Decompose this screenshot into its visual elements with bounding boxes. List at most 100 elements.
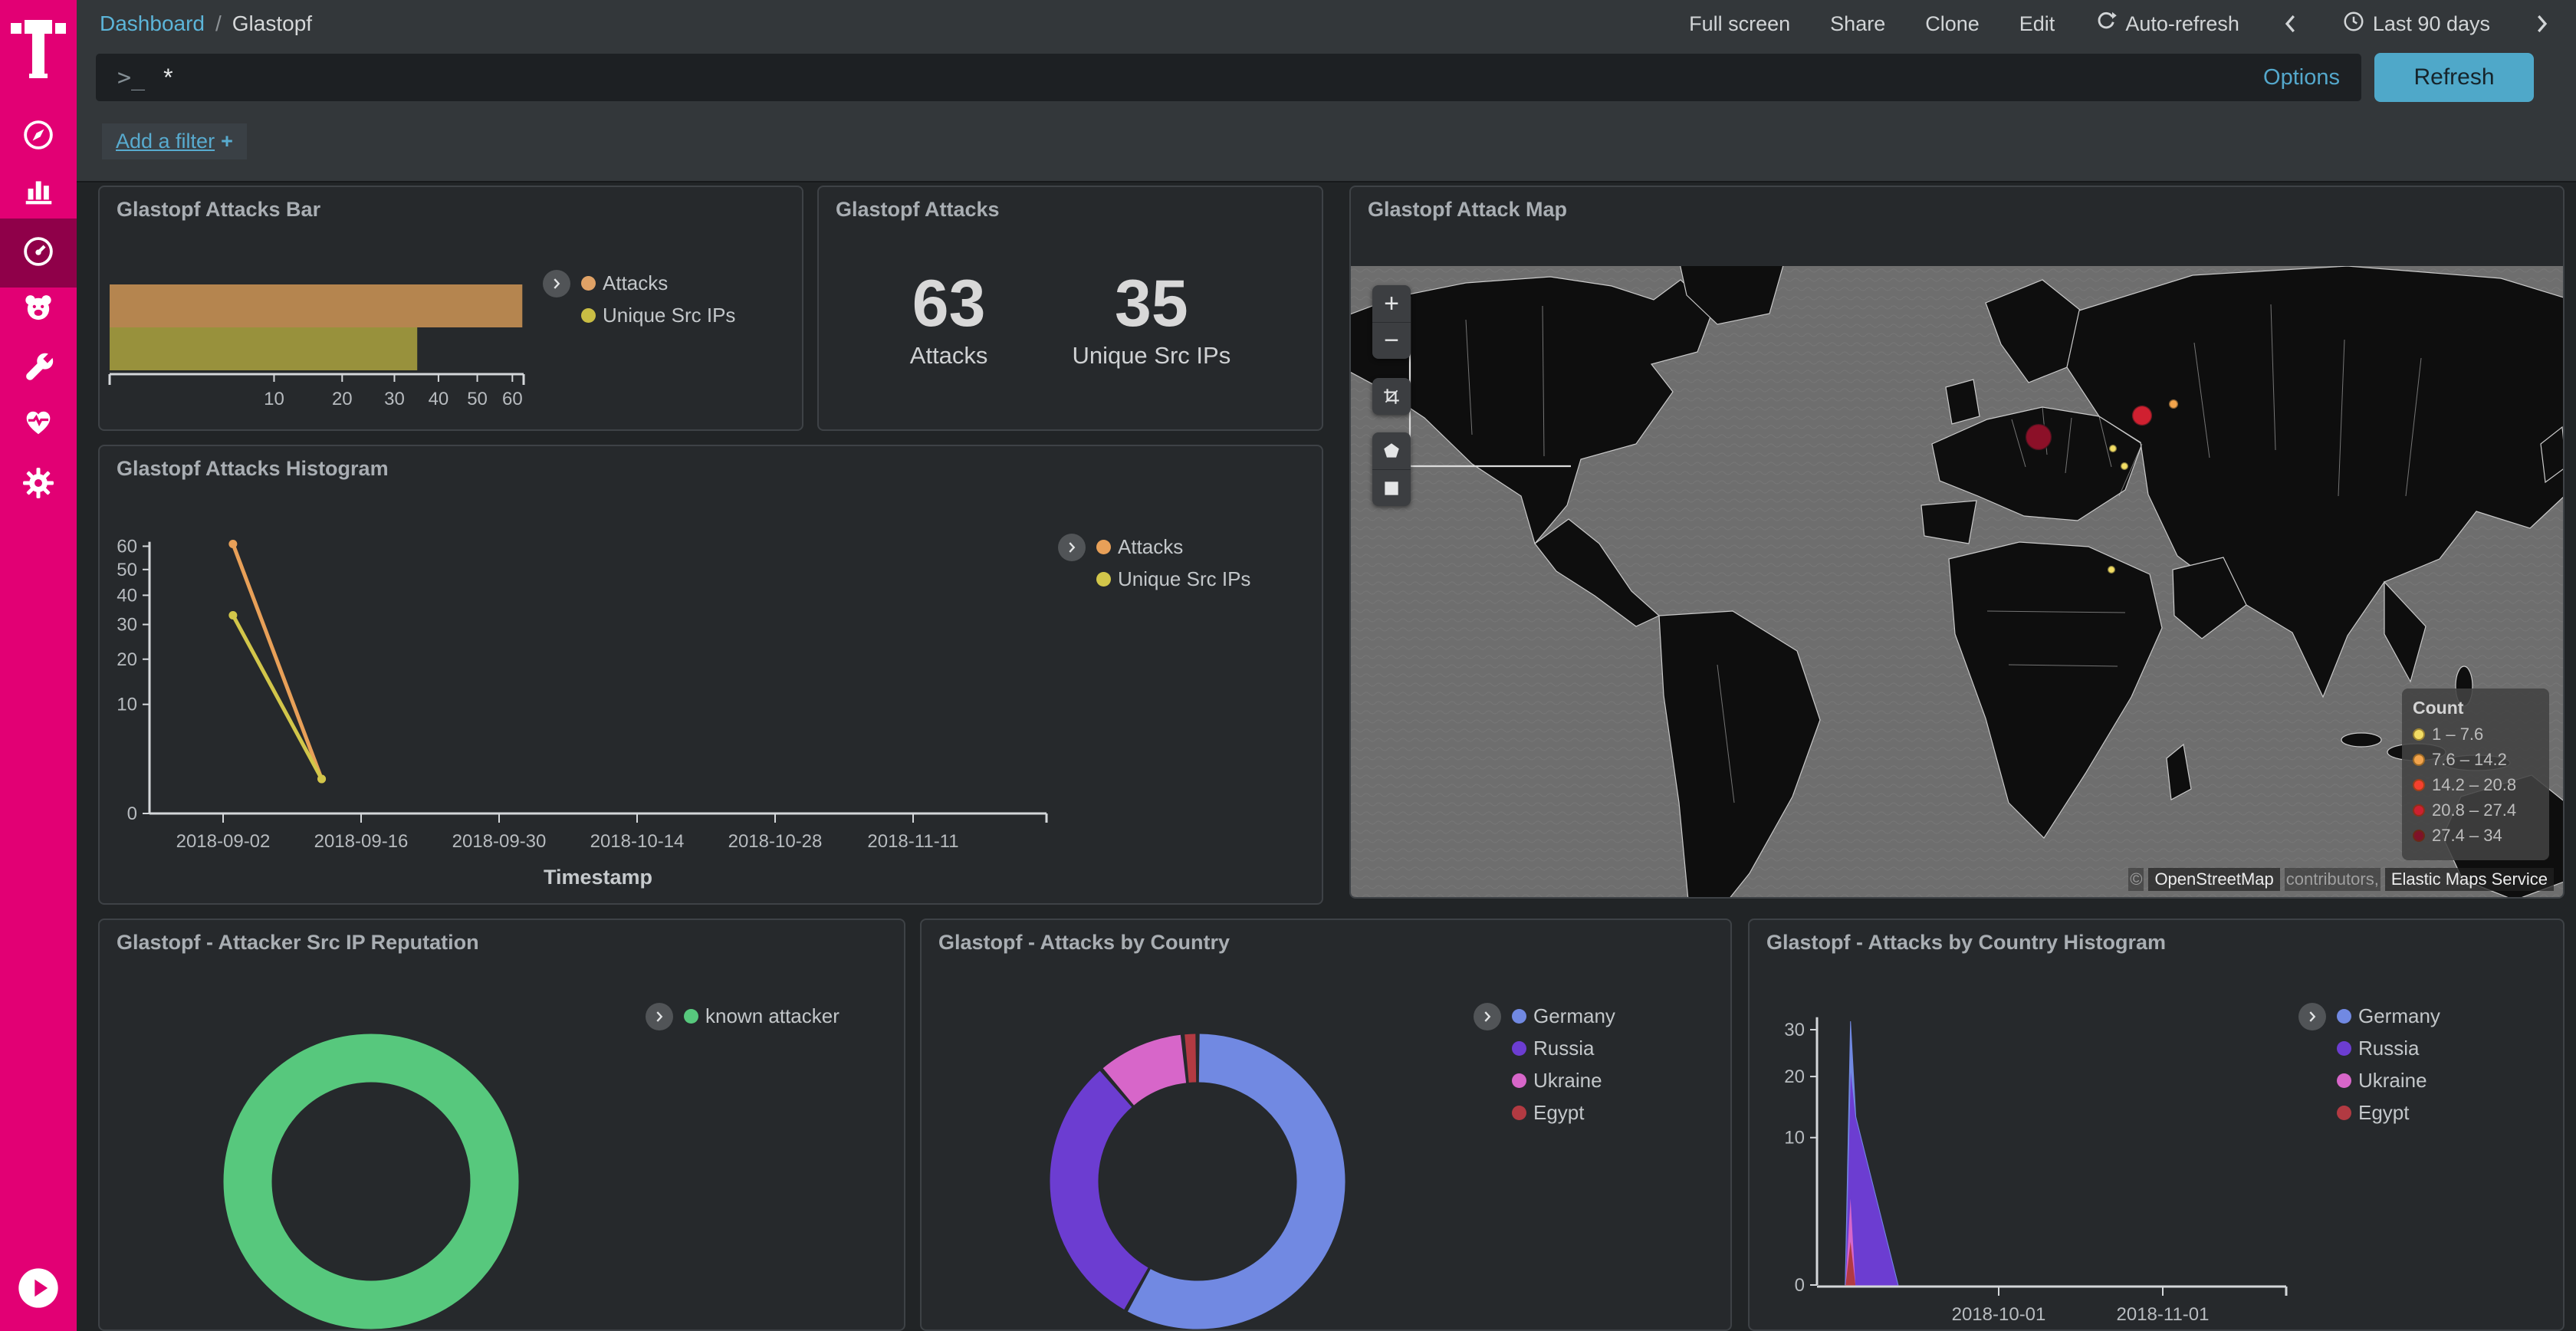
legend-collapse-chevron-icon[interactable]: [646, 1003, 673, 1030]
svg-text:0: 0: [127, 804, 137, 824]
auto-refresh-button[interactable]: Auto-refresh: [2095, 10, 2239, 38]
zoom-in-button[interactable]: +: [1372, 285, 1411, 322]
panel-title: Glastopf Attacks: [836, 198, 1000, 222]
panel-attacks-histogram: Glastopf Attacks Histogram 0102030405060…: [98, 445, 1323, 905]
map-legend-label: 27.4 – 34: [2432, 826, 2502, 846]
map-zoom-controls: + −: [1372, 285, 1411, 359]
legend-item-unique-src-ips[interactable]: Unique Src IPs: [1096, 567, 1250, 591]
svg-text:2018-11-11: 2018-11-11: [867, 831, 958, 852]
share-button[interactable]: Share: [1830, 12, 1885, 36]
legend-item-known-attacker[interactable]: known attacker: [684, 1004, 840, 1028]
query-bar: >_ * Options Refresh: [77, 48, 2576, 107]
legend-item-unique-src-ips[interactable]: Unique Src IPs: [581, 304, 735, 327]
legend-item-egypt[interactable]: Egypt: [2337, 1101, 2440, 1125]
elastic-maps-service-link[interactable]: Elastic Maps Service: [2385, 868, 2554, 891]
time-range-picker[interactable]: Last 90 days: [2342, 10, 2490, 38]
top-nav-bar: Dashboard / Glastopf Full screen Share C…: [77, 0, 2576, 48]
zoom-out-button[interactable]: −: [1372, 322, 1411, 359]
legend-label: Unique Src IPs: [1118, 567, 1250, 591]
refresh-cycle-icon: [2095, 10, 2118, 38]
svg-text:60: 60: [117, 536, 137, 557]
legend-collapse-chevron-icon[interactable]: [1474, 1003, 1501, 1030]
sidebar-item-visualize[interactable]: [0, 156, 77, 225]
legend-item-attacks[interactable]: Attacks: [581, 271, 735, 295]
sidebar-expand-button[interactable]: [17, 1267, 60, 1310]
svg-text:20: 20: [332, 389, 353, 409]
clone-button[interactable]: Clone: [1925, 12, 1980, 36]
svg-text:40: 40: [117, 585, 137, 606]
svg-text:30: 30: [117, 615, 137, 636]
map-legend-label: 7.6 – 14.2: [2432, 750, 2507, 770]
edit-button[interactable]: Edit: [2019, 12, 2055, 36]
draw-rectangle-button[interactable]: [1372, 469, 1411, 506]
legend-dot: [2337, 1073, 2351, 1088]
legend-item-russia[interactable]: Russia: [1512, 1037, 1615, 1060]
world-map[interactable]: [1351, 266, 2564, 899]
telekom-logo[interactable]: [11, 11, 66, 81]
svg-text:50: 50: [467, 389, 488, 409]
svg-text:2018-10-14: 2018-10-14: [590, 831, 685, 852]
metric-unique-src-ips: 35 Unique Src IPs: [1072, 268, 1230, 370]
openstreetmap-link[interactable]: OpenStreetMap: [2148, 868, 2279, 891]
time-forward-button[interactable]: [2530, 12, 2553, 35]
reputation-donut-chart[interactable]: [100, 920, 904, 1329]
legend-label: Ukraine: [1533, 1069, 1602, 1093]
legend-collapse-chevron-icon[interactable]: [2298, 1003, 2326, 1030]
compass-icon: [21, 117, 56, 156]
panel-title: Glastopf Attacks Histogram: [117, 457, 389, 481]
legend-item-attacks[interactable]: Attacks: [1096, 535, 1250, 559]
bar-chart-icon: [21, 172, 56, 211]
panel-attacks-bar: Glastopf Attacks Bar 102030405060 Attack…: [98, 186, 803, 431]
map-legend-item: 7.6 – 14.2: [2413, 750, 2538, 770]
attacks-line-chart[interactable]: 01020304050602018-09-022018-09-162018-09…: [100, 446, 1322, 903]
fit-bounds-button[interactable]: [1372, 378, 1411, 415]
legend-collapse-chevron-icon[interactable]: [543, 270, 570, 297]
breadcrumb: Dashboard / Glastopf: [100, 12, 312, 36]
legend-item-ukraine[interactable]: Ukraine: [2337, 1069, 2440, 1093]
legend-dot: [1096, 540, 1111, 554]
panel-title: Glastopf Attacks Bar: [117, 198, 320, 222]
time-back-button[interactable]: [2279, 12, 2302, 35]
draw-polygon-button[interactable]: [1372, 432, 1411, 469]
legend-label: Russia: [2358, 1037, 2419, 1060]
sidebar-item-management[interactable]: [0, 450, 77, 519]
kibana-dashboard: Dashboard / Glastopf Full screen Share C…: [0, 0, 2576, 1331]
map-count-legend: Count 1 – 7.67.6 – 14.214.2 – 20.820.8 –…: [2402, 689, 2549, 860]
panel-attack-map: Glastopf Attack Map: [1349, 186, 2564, 899]
legend-label: Germany: [2358, 1004, 2440, 1028]
country-area-chart[interactable]: 01020302018-10-012018-11-01Timestamp: [1750, 920, 2563, 1329]
metric-attacks: 63 Attacks: [910, 268, 988, 370]
legend-item-germany[interactable]: Germany: [1512, 1004, 1615, 1028]
legend-title: Count: [2413, 698, 2538, 718]
map-legend-label: 20.8 – 27.4: [2432, 800, 2516, 820]
legend-item-russia[interactable]: Russia: [2337, 1037, 2440, 1060]
search-input[interactable]: >_ * Options: [96, 54, 2361, 101]
svg-text:10: 10: [264, 389, 284, 409]
svg-text:Timestamp: Timestamp: [544, 866, 652, 889]
gear-icon: [21, 465, 56, 504]
legend-item-egypt[interactable]: Egypt: [1512, 1101, 1615, 1125]
country-donut-chart[interactable]: [922, 920, 1730, 1329]
map-legend-dot: [2413, 804, 2425, 817]
legend-collapse-chevron-icon[interactable]: [1058, 534, 1086, 561]
legend-dot: [581, 276, 596, 291]
add-filter-link[interactable]: Add a filter+: [102, 123, 247, 159]
options-link[interactable]: Options: [2263, 65, 2340, 90]
breadcrumb-dashboard-link[interactable]: Dashboard: [100, 12, 205, 36]
sidebar-item-monitoring[interactable]: [0, 388, 77, 457]
refresh-button[interactable]: Refresh: [2374, 53, 2534, 102]
panel-attacks-by-country: Glastopf - Attacks by Country GermanyRus…: [920, 919, 1732, 1331]
legend-label: Attacks: [603, 271, 668, 295]
sidebar: [0, 0, 77, 1331]
copyright-symbol: ©: [2128, 868, 2144, 891]
legend-item-germany[interactable]: Germany: [2337, 1004, 2440, 1028]
legend-label: known attacker: [705, 1004, 840, 1028]
full-screen-button[interactable]: Full screen: [1689, 12, 1790, 36]
legend-dot: [2337, 1106, 2351, 1120]
panel-title: Glastopf - Attacker Src IP Reputation: [117, 931, 479, 955]
legend-item-ukraine[interactable]: Ukraine: [1512, 1069, 1615, 1093]
legend-label: Egypt: [1533, 1101, 1585, 1125]
legend-dot: [1512, 1009, 1526, 1024]
svg-text:2018-10-28: 2018-10-28: [728, 831, 823, 852]
map-legend-item: 1 – 7.6: [2413, 725, 2538, 744]
